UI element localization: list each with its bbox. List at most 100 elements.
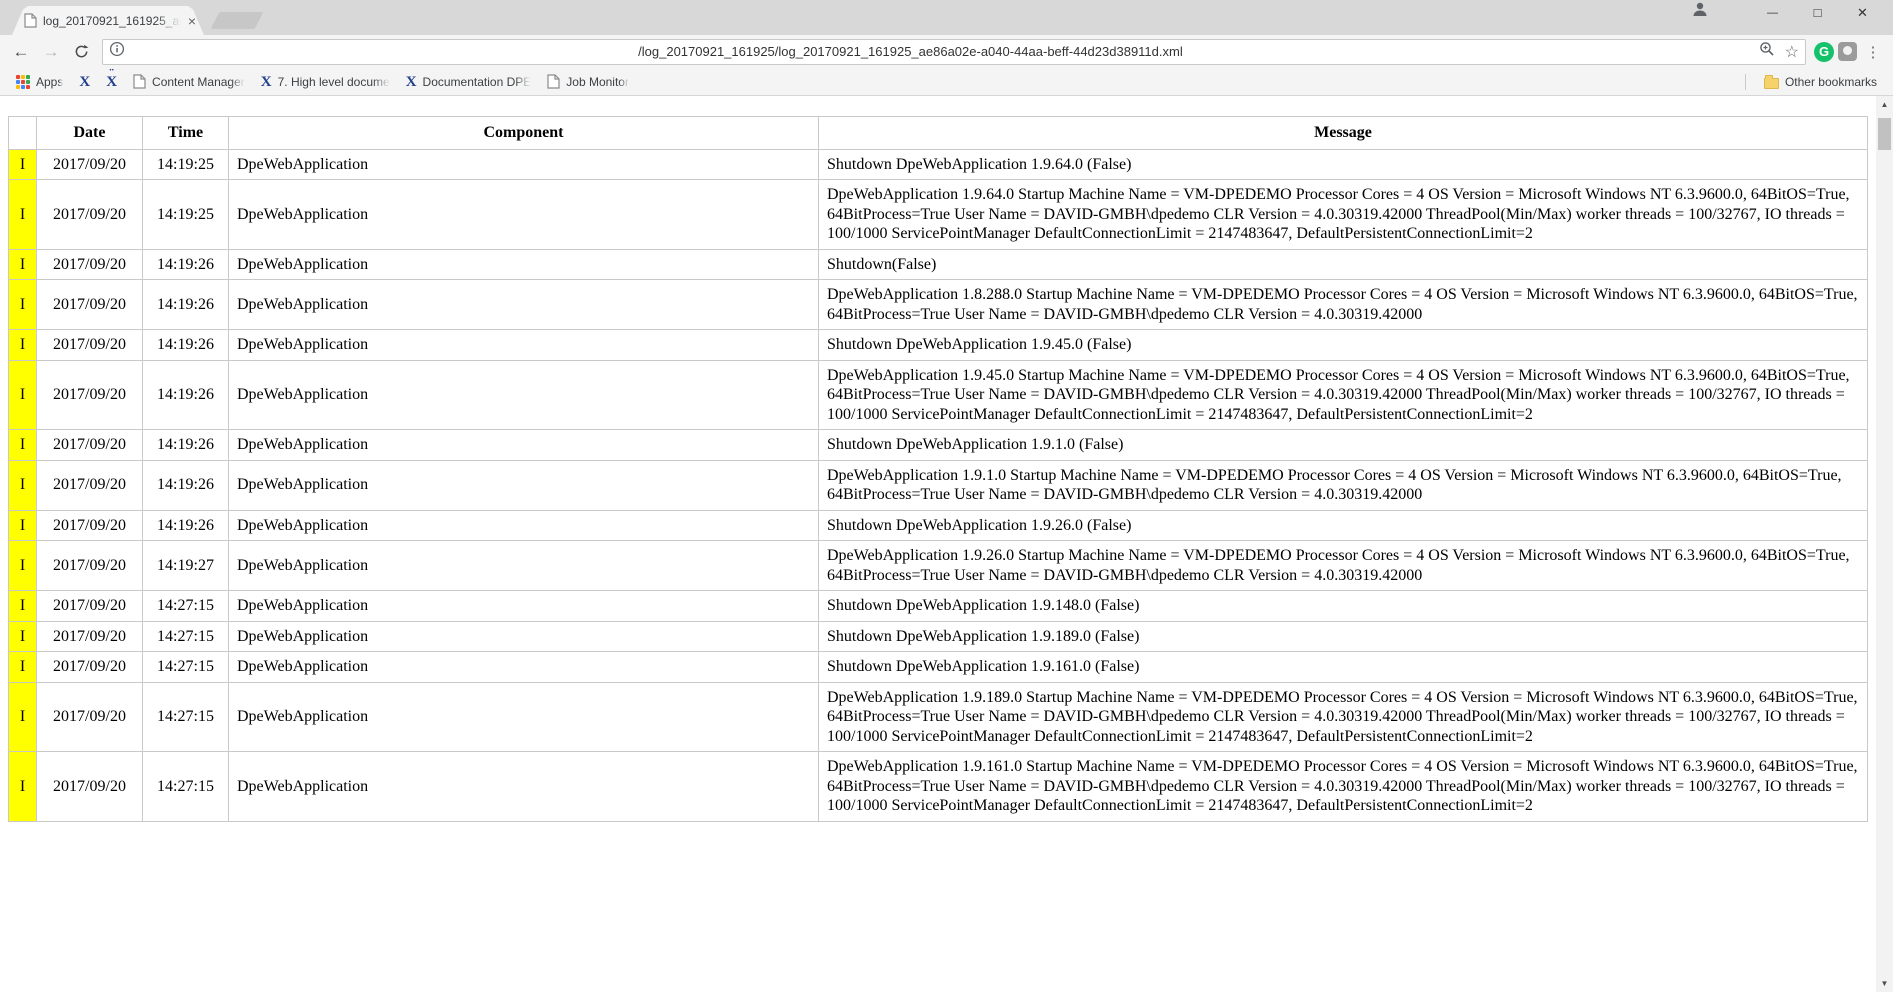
scroll-up-icon[interactable]: ▲ [1876, 96, 1893, 113]
page-info-icon[interactable] [109, 41, 125, 62]
bookmark-job-monitor[interactable]: Job Monitor [541, 72, 635, 91]
bookmark-content-manager[interactable]: Content Manager [127, 72, 251, 91]
browser-window: log_20170921_161925_ae × — □ ✕ ← → /log_… [0, 0, 1893, 992]
severity-cell: I [9, 510, 37, 541]
x-logo-favicon: X [406, 75, 417, 89]
header-time: Time [143, 117, 229, 150]
date-cell: 2017/09/20 [37, 652, 143, 683]
other-bookmarks[interactable]: Other bookmarks [1758, 73, 1883, 91]
date-cell: 2017/09/20 [37, 430, 143, 461]
component-cell: DpeWebApplication [229, 652, 819, 683]
component-cell: DpeWebApplication [229, 510, 819, 541]
message-cell: Shutdown DpeWebApplication 1.9.1.0 (Fals… [819, 430, 1868, 461]
log-table-row: I 2017/09/20 14:19:25 DpeWebApplication … [9, 180, 1868, 250]
message-cell: Shutdown(False) [819, 249, 1868, 280]
time-cell: 14:19:26 [143, 430, 229, 461]
reload-button[interactable] [68, 39, 94, 65]
bookmark-label: Job Monitor [566, 75, 629, 89]
header-component: Component [229, 117, 819, 150]
log-table-row: I 2017/09/20 14:27:15 DpeWebApplication … [9, 621, 1868, 652]
date-cell: 2017/09/20 [37, 249, 143, 280]
time-cell: 14:19:25 [143, 149, 229, 180]
component-cell: DpeWebApplication [229, 180, 819, 250]
bookmarks-divider [1745, 74, 1746, 90]
bookmarks-bar: AppsXX Content ManagerX7. High level doc… [0, 68, 1893, 96]
log-table-row: I 2017/09/20 14:19:26 DpeWebApplication … [9, 330, 1868, 361]
bookmark-x-favicon-1[interactable]: X [73, 73, 96, 91]
log-table-row: I 2017/09/20 14:27:15 DpeWebApplication … [9, 752, 1868, 822]
profile-icon[interactable] [1677, 0, 1722, 27]
tab-title: log_20170921_161925_ae [43, 14, 184, 28]
message-cell: DpeWebApplication 1.9.161.0 Startup Mach… [819, 752, 1868, 822]
browser-menu-icon[interactable]: ⋮ [1861, 43, 1885, 61]
date-cell: 2017/09/20 [37, 682, 143, 752]
time-cell: 14:27:15 [143, 682, 229, 752]
message-cell: Shutdown DpeWebApplication 1.9.161.0 (Fa… [819, 652, 1868, 683]
close-button[interactable]: ✕ [1840, 0, 1885, 26]
browser-toolbar: ← → /log_20170921_161925/log_20170921_16… [0, 35, 1893, 68]
log-table-row: I 2017/09/20 14:19:26 DpeWebApplication … [9, 510, 1868, 541]
bookmark-x-favicon-2[interactable]: X [100, 73, 123, 91]
time-cell: 14:27:15 [143, 621, 229, 652]
date-cell: 2017/09/20 [37, 510, 143, 541]
message-cell: DpeWebApplication 1.9.189.0 Startup Mach… [819, 682, 1868, 752]
address-bar[interactable]: /log_20170921_161925/log_20170921_161925… [102, 39, 1806, 65]
minimize-button[interactable]: — [1750, 0, 1795, 26]
grammarly-extension-icon[interactable]: G [1814, 42, 1834, 62]
message-cell: DpeWebApplication 1.9.1.0 Startup Machin… [819, 460, 1868, 510]
bookmark-high-level-document[interactable]: X 7. High level docume [255, 73, 396, 91]
log-table-row: I 2017/09/20 14:19:26 DpeWebApplication … [9, 360, 1868, 430]
tab-close-icon[interactable]: × [188, 14, 196, 28]
bookmark-apps[interactable]: Apps [10, 73, 69, 91]
message-cell: Shutdown DpeWebApplication 1.9.26.0 (Fal… [819, 510, 1868, 541]
date-cell: 2017/09/20 [37, 460, 143, 510]
severity-cell: I [9, 621, 37, 652]
component-cell: DpeWebApplication [229, 460, 819, 510]
date-cell: 2017/09/20 [37, 149, 143, 180]
message-cell: DpeWebApplication 1.9.64.0 Startup Machi… [819, 180, 1868, 250]
header-message: Message [819, 117, 1868, 150]
time-cell: 14:19:25 [143, 180, 229, 250]
log-table: Date Time Component Message I 2017/09/20… [8, 116, 1868, 822]
log-table-row: I 2017/09/20 14:19:26 DpeWebApplication … [9, 280, 1868, 330]
message-cell: DpeWebApplication 1.8.288.0 Startup Mach… [819, 280, 1868, 330]
log-table-row: I 2017/09/20 14:27:15 DpeWebApplication … [9, 682, 1868, 752]
bookmark-documentation-dpe[interactable]: X Documentation DPE [400, 73, 538, 91]
time-cell: 14:27:15 [143, 752, 229, 822]
new-tab-button[interactable] [210, 12, 263, 29]
extension-icon[interactable] [1838, 42, 1857, 61]
date-cell: 2017/09/20 [37, 621, 143, 652]
severity-cell: I [9, 460, 37, 510]
back-button[interactable]: ← [8, 39, 34, 65]
scroll-down-icon[interactable]: ▼ [1876, 975, 1893, 992]
log-table-row: I 2017/09/20 14:27:15 DpeWebApplication … [9, 591, 1868, 622]
x-logo-favicon: X [261, 75, 272, 89]
bookmark-star-icon[interactable]: ☆ [1785, 42, 1799, 62]
severity-cell: I [9, 180, 37, 250]
bookmark-label: Documentation DPE [423, 75, 532, 89]
message-cell: Shutdown DpeWebApplication 1.9.148.0 (Fa… [819, 591, 1868, 622]
scrollbar-thumb[interactable] [1878, 118, 1891, 150]
time-cell: 14:19:26 [143, 330, 229, 361]
bookmark-label: 7. High level docume [278, 75, 390, 89]
component-cell: DpeWebApplication [229, 591, 819, 622]
time-cell: 14:27:15 [143, 652, 229, 683]
page-scrollbar[interactable]: ▲ ▼ [1876, 96, 1893, 992]
severity-cell: I [9, 280, 37, 330]
time-cell: 14:19:27 [143, 541, 229, 591]
url-text[interactable]: /log_20170921_161925/log_20170921_161925… [638, 44, 1183, 59]
component-cell: DpeWebApplication [229, 330, 819, 361]
log-table-row: I 2017/09/20 14:19:26 DpeWebApplication … [9, 430, 1868, 461]
log-table-row: I 2017/09/20 14:19:25 DpeWebApplication … [9, 149, 1868, 180]
severity-cell: I [9, 682, 37, 752]
tab-favicon-document-icon [24, 13, 37, 28]
zoom-icon[interactable] [1759, 41, 1775, 62]
browser-tab[interactable]: log_20170921_161925_ae × [12, 6, 204, 35]
log-table-row: I 2017/09/20 14:19:26 DpeWebApplication … [9, 249, 1868, 280]
component-cell: DpeWebApplication [229, 149, 819, 180]
header-date: Date [37, 117, 143, 150]
maximize-button[interactable]: □ [1795, 0, 1840, 26]
severity-cell: I [9, 149, 37, 180]
page-content: Date Time Component Message I 2017/09/20… [0, 96, 1893, 992]
x-logo-favicon: X [79, 75, 90, 89]
